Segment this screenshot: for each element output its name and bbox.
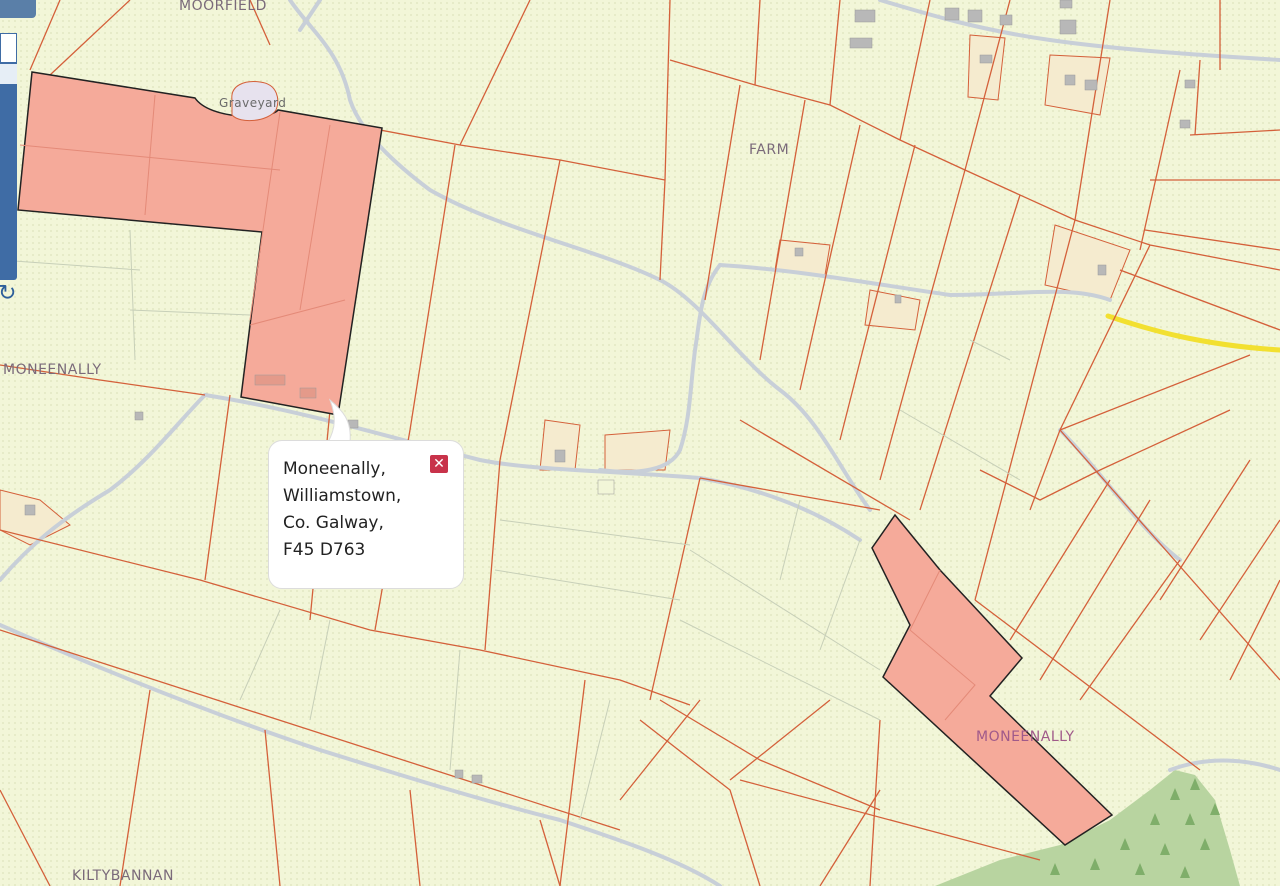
popup-address-line: Moneenally, (283, 459, 386, 479)
popup-pointer (327, 398, 351, 443)
place-label-kiltybannan: KILTYBANNAN (72, 868, 174, 884)
place-label-moneenally-west: MONEENALLY (3, 362, 102, 378)
popup-address-line: Williamstown, (283, 486, 402, 506)
place-label-moneenally-south: MONEENALLY (976, 729, 1075, 745)
refresh-icon[interactable]: ↻ (0, 283, 16, 305)
place-label-moorfield: MOORFIELD (179, 0, 267, 14)
map-canvas[interactable] (0, 0, 1280, 886)
popup-address-line: Co. Galway, (283, 513, 384, 533)
close-icon[interactable]: ✕ (430, 455, 448, 473)
place-label-graveyard: Graveyard (219, 96, 287, 110)
place-label-farm: FARM (749, 142, 790, 158)
zoom-control-top[interactable] (0, 0, 36, 18)
popup-address-line: F45 D763 (283, 540, 366, 560)
zoom-slider-handle[interactable] (0, 33, 17, 63)
popup-address: Moneenally, Williamstown, Co. Galway, F4… (283, 456, 433, 564)
zoom-slider-track-light (0, 64, 17, 84)
